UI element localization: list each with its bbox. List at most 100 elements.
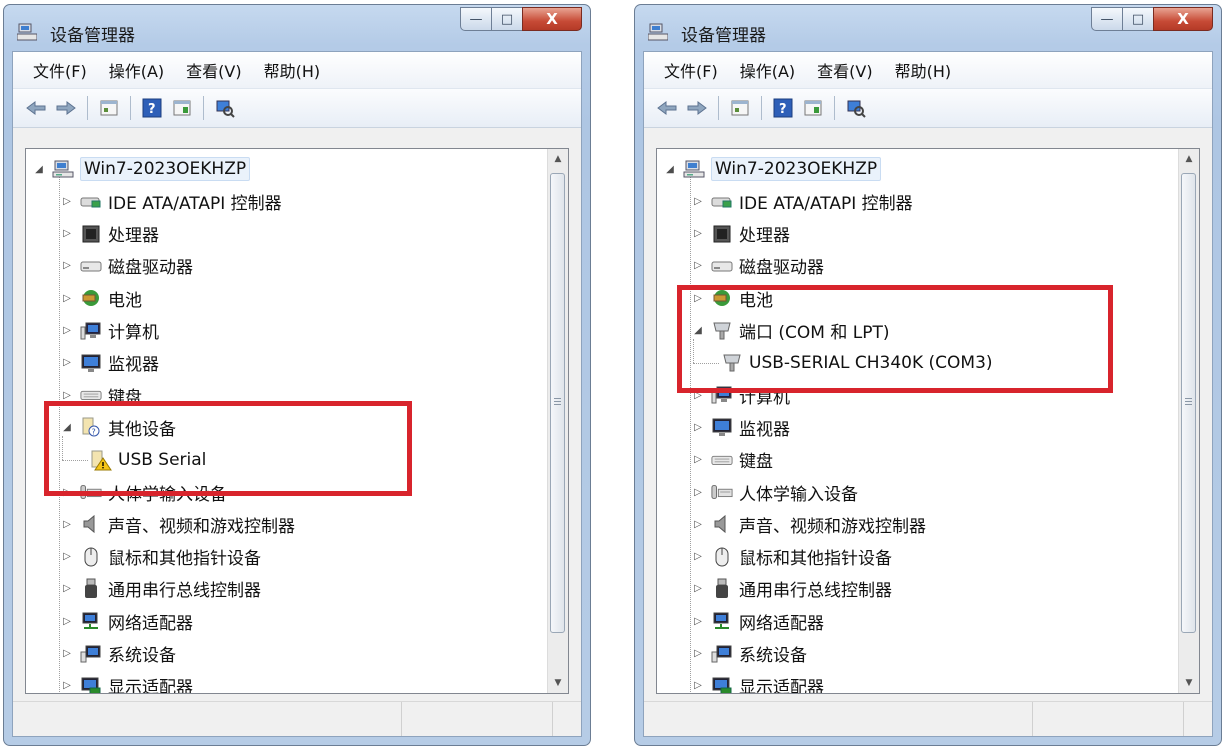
scrollbar-thumb[interactable] bbox=[1181, 173, 1196, 633]
collapse-triangle-icon[interactable]: ◢ bbox=[60, 420, 74, 434]
expand-triangle-icon[interactable]: ▷ bbox=[691, 614, 705, 628]
expand-triangle-icon[interactable]: ▷ bbox=[691, 582, 705, 596]
close-button[interactable]: X bbox=[1153, 7, 1213, 31]
scroll-down-arrow-icon[interactable]: ▼ bbox=[1180, 674, 1198, 692]
expand-triangle-icon[interactable]: ▷ bbox=[691, 420, 705, 434]
expand-triangle-icon[interactable]: ▷ bbox=[691, 388, 705, 402]
device-tree-view[interactable]: ◢ Win7-2023OEKHZP ▷ IDE ATA/ATAPI 控制器 ▷ 处理器 ▷ 磁… bbox=[656, 148, 1200, 694]
expand-triangle-icon[interactable]: ▷ bbox=[60, 614, 74, 628]
expand-triangle-icon[interactable]: ▷ bbox=[691, 259, 705, 273]
expand-triangle-icon[interactable]: ▷ bbox=[60, 679, 74, 693]
collapse-triangle-icon[interactable]: ◢ bbox=[32, 162, 46, 176]
menu-action[interactable]: 操作(A) bbox=[740, 58, 795, 82]
expand-triangle-icon[interactable]: ▷ bbox=[691, 485, 705, 499]
tree-category-item[interactable]: ▷ 显示适配器 bbox=[60, 672, 193, 693]
forward-arrow-icon[interactable] bbox=[684, 95, 710, 121]
expand-triangle-icon[interactable]: ▷ bbox=[691, 517, 705, 531]
expand-triangle-icon[interactable]: ▷ bbox=[60, 517, 74, 531]
scan-hardware-icon[interactable] bbox=[843, 95, 869, 121]
tree-category-item[interactable]: ▷ 网络适配器 bbox=[691, 607, 824, 635]
close-button[interactable]: X bbox=[522, 7, 582, 31]
back-arrow-icon[interactable] bbox=[23, 95, 49, 121]
tree-category-item[interactable]: ◢? 其他设备 bbox=[60, 413, 176, 441]
tree-category-item[interactable]: ▷ 电池 bbox=[691, 284, 773, 312]
tree-category-item[interactable]: ▷ 显示适配器 bbox=[691, 672, 824, 693]
tree-category-item[interactable]: ▷ 监视器 bbox=[691, 413, 790, 441]
tree-category-item[interactable]: ▷ 声音、视频和游戏控制器 bbox=[60, 510, 295, 538]
expand-triangle-icon[interactable]: ▷ bbox=[60, 356, 74, 370]
expand-triangle-icon[interactable]: ▷ bbox=[60, 485, 74, 499]
tree-category-item[interactable]: ▷ 系统设备 bbox=[60, 640, 176, 668]
expand-triangle-icon[interactable]: ▷ bbox=[60, 194, 74, 208]
expand-triangle-icon[interactable]: ▷ bbox=[60, 324, 74, 338]
back-arrow-icon[interactable] bbox=[654, 95, 680, 121]
minimize-button[interactable]: — bbox=[1091, 7, 1123, 31]
menu-file[interactable]: 文件(F) bbox=[664, 58, 718, 82]
vertical-scrollbar[interactable]: ▲ ▼ bbox=[1178, 149, 1199, 693]
tree-category-item[interactable]: ▷ 磁盘驱动器 bbox=[60, 252, 193, 280]
expand-triangle-icon[interactable]: ▷ bbox=[60, 647, 74, 661]
properties-icon[interactable] bbox=[96, 95, 122, 121]
tree-category-item[interactable]: ▷ 人体学输入设备 bbox=[60, 478, 227, 506]
collapse-triangle-icon[interactable]: ◢ bbox=[663, 162, 677, 176]
tree-device-item[interactable]: USB Serial bbox=[62, 435, 206, 474]
expand-triangle-icon[interactable]: ▷ bbox=[60, 291, 74, 305]
scroll-down-arrow-icon[interactable]: ▼ bbox=[549, 674, 567, 692]
expand-triangle-icon[interactable]: ▷ bbox=[691, 194, 705, 208]
tree-category-item[interactable]: ▷ 鼠标和其他指针设备 bbox=[691, 543, 892, 571]
tree-category-item[interactable]: ▷ 系统设备 bbox=[691, 640, 807, 668]
tree-category-item[interactable]: ▷ 键盘 bbox=[60, 381, 142, 409]
tree-device-item[interactable]: USB-SERIAL CH340K (COM3) bbox=[693, 338, 993, 377]
scan-hardware-icon[interactable] bbox=[212, 95, 238, 121]
tree-category-item[interactable]: ▷ 监视器 bbox=[60, 349, 159, 377]
expand-triangle-icon[interactable]: ▷ bbox=[60, 259, 74, 273]
tree-category-item[interactable]: ▷ 鼠标和其他指针设备 bbox=[60, 543, 261, 571]
tree-category-item[interactable]: ▷ 计算机 bbox=[60, 317, 159, 345]
expand-triangle-icon[interactable]: ▷ bbox=[691, 679, 705, 693]
menu-action[interactable]: 操作(A) bbox=[109, 58, 164, 82]
tree-category-item[interactable]: ▷ 处理器 bbox=[60, 220, 159, 248]
tree-root-computer[interactable]: ◢ Win7-2023OEKHZP bbox=[663, 155, 882, 183]
properties-icon[interactable] bbox=[727, 95, 753, 121]
menu-help[interactable]: 帮助(H) bbox=[264, 58, 321, 82]
vertical-scrollbar[interactable]: ▲ ▼ bbox=[547, 149, 568, 693]
expand-triangle-icon[interactable]: ▷ bbox=[691, 453, 705, 467]
tree-category-item[interactable]: ▷ 电池 bbox=[60, 284, 142, 312]
expand-triangle-icon[interactable]: ▷ bbox=[60, 227, 74, 241]
help-icon[interactable]: ? bbox=[139, 95, 165, 121]
minimize-button[interactable]: — bbox=[460, 7, 492, 31]
tree-category-item[interactable]: ◢ 端口 (COM 和 LPT) bbox=[691, 317, 890, 345]
expand-triangle-icon[interactable]: ▷ bbox=[691, 550, 705, 564]
help-icon[interactable]: ? bbox=[770, 95, 796, 121]
menu-help[interactable]: 帮助(H) bbox=[895, 58, 952, 82]
tree-category-item[interactable]: ▷ 人体学输入设备 bbox=[691, 478, 858, 506]
menu-view[interactable]: 查看(V) bbox=[817, 58, 872, 82]
tree-category-item[interactable]: ▷ IDE ATA/ATAPI 控制器 bbox=[691, 187, 913, 215]
tree-category-item[interactable]: ▷ IDE ATA/ATAPI 控制器 bbox=[60, 187, 282, 215]
update-driver-icon[interactable] bbox=[800, 95, 826, 121]
collapse-triangle-icon[interactable]: ◢ bbox=[691, 324, 705, 338]
scrollbar-thumb[interactable] bbox=[550, 173, 565, 633]
maximize-button[interactable]: □ bbox=[491, 7, 523, 31]
tree-category-item[interactable]: ▷ 声音、视频和游戏控制器 bbox=[691, 510, 926, 538]
update-driver-icon[interactable] bbox=[169, 95, 195, 121]
expand-triangle-icon[interactable]: ▷ bbox=[691, 227, 705, 241]
expand-triangle-icon[interactable]: ▷ bbox=[60, 388, 74, 402]
tree-category-item[interactable]: ▷ 键盘 bbox=[691, 446, 773, 474]
scroll-up-arrow-icon[interactable]: ▲ bbox=[549, 150, 567, 168]
expand-triangle-icon[interactable]: ▷ bbox=[691, 291, 705, 305]
tree-root-computer[interactable]: ◢ Win7-2023OEKHZP bbox=[32, 155, 251, 183]
menu-view[interactable]: 查看(V) bbox=[186, 58, 241, 82]
menu-file[interactable]: 文件(F) bbox=[33, 58, 87, 82]
expand-triangle-icon[interactable]: ▷ bbox=[60, 550, 74, 564]
tree-category-item[interactable]: ▷ 通用串行总线控制器 bbox=[691, 575, 892, 603]
tree-category-item[interactable]: ▷ 通用串行总线控制器 bbox=[60, 575, 261, 603]
scroll-up-arrow-icon[interactable]: ▲ bbox=[1180, 150, 1198, 168]
tree-category-item[interactable]: ▷ 计算机 bbox=[691, 381, 790, 409]
expand-triangle-icon[interactable]: ▷ bbox=[60, 582, 74, 596]
tree-category-item[interactable]: ▷ 网络适配器 bbox=[60, 607, 193, 635]
maximize-button[interactable]: □ bbox=[1122, 7, 1154, 31]
device-tree-view[interactable]: ◢ Win7-2023OEKHZP ▷ IDE ATA/ATAPI 控制器 ▷ 处理器 ▷ 磁… bbox=[25, 148, 569, 694]
tree-category-item[interactable]: ▷ 磁盘驱动器 bbox=[691, 252, 824, 280]
forward-arrow-icon[interactable] bbox=[53, 95, 79, 121]
